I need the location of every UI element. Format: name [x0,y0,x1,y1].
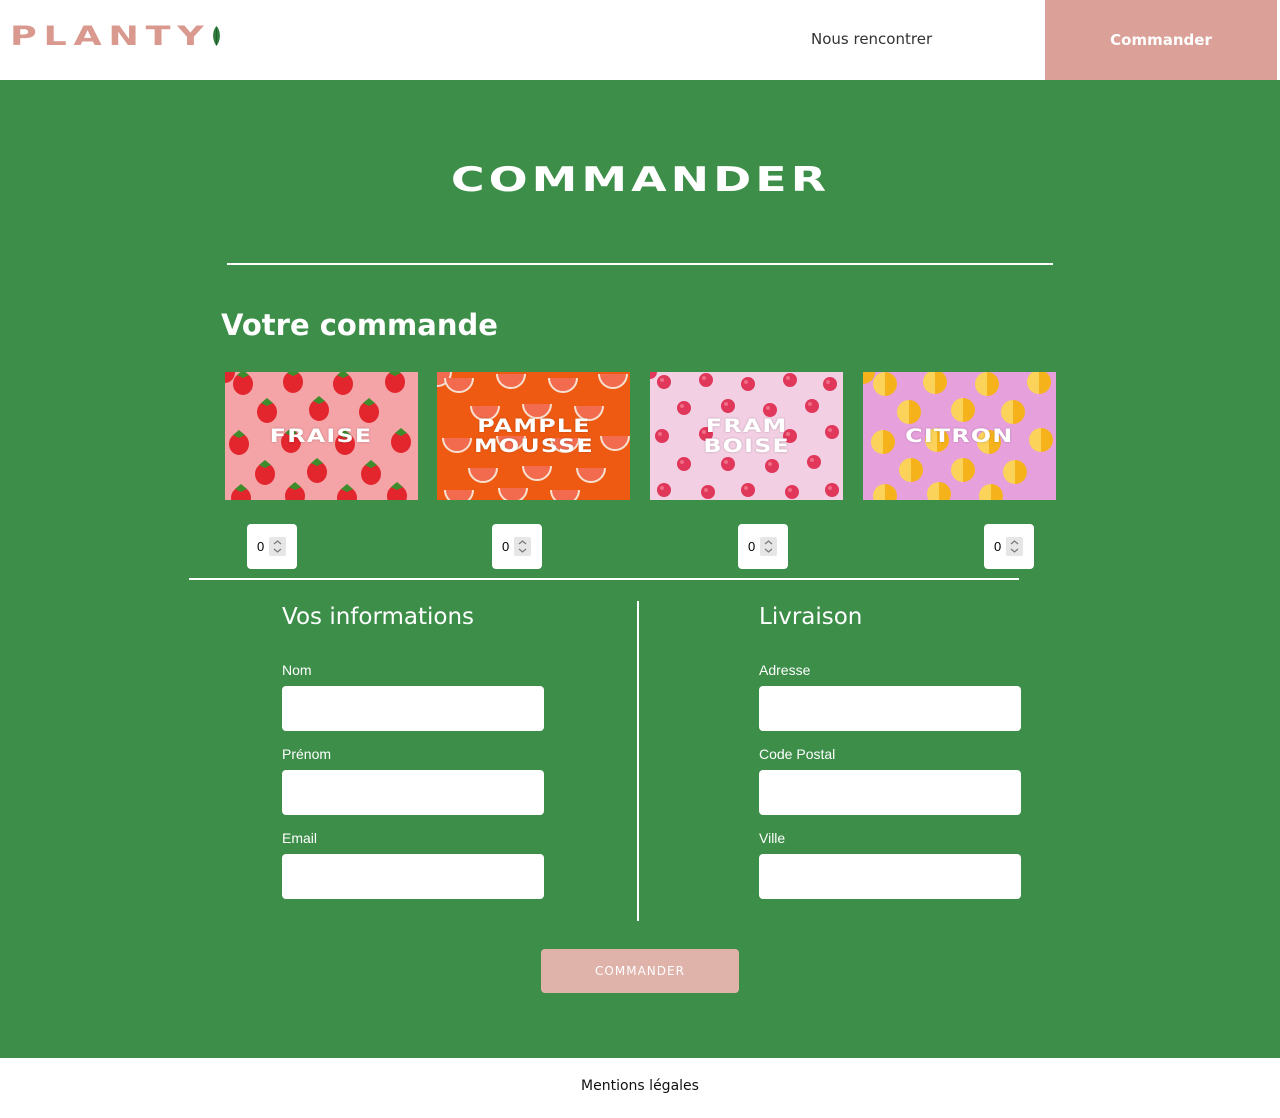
leaf-icon [213,26,220,46]
product-card-framboise[interactable]: FRAM BOISE [650,372,843,500]
page-title: COMMANDER [0,160,1280,200]
nav-commander-button[interactable]: Commander [1045,0,1277,80]
order-title: Votre commande [221,308,498,342]
email-field[interactable] [282,854,544,899]
code-postal-label: Code Postal [759,746,836,762]
product-label-text: PAMPLE MOUSSE [473,415,594,457]
delivery-title: Livraison [759,604,863,630]
ville-label: Ville [759,830,786,846]
product-label-text: CITRON [905,425,1014,447]
product-label: FRAM BOISE [650,372,843,500]
divider [227,263,1053,265]
product-label: FRAISE [225,372,418,500]
quantity-value: 0 [257,539,265,554]
nom-field[interactable] [282,686,544,731]
adresse-field[interactable] [759,686,1021,731]
page-title-text: COMMANDER [450,160,830,200]
quantity-value: 0 [748,539,756,554]
email-label: Email [282,830,318,846]
adresse-label: Adresse [759,662,811,678]
info-title: Vos informations [282,604,475,630]
site-footer: Mentions légales [0,1058,1280,1118]
mentions-legales-link[interactable]: Mentions légales [0,1078,1280,1094]
site-header: PLANTY Nous rencontrer Commander [0,0,1280,80]
logo-text: PLANTY [10,20,211,52]
spinner-arrows-icon[interactable] [269,537,286,556]
column-divider [637,601,639,921]
divider [189,578,1019,580]
product-label-text: FRAM BOISE [703,415,790,457]
main-section: COMMANDER Votre commande FRAISE PAMPLE M… [0,80,1280,1058]
logo[interactable]: PLANTY [10,21,220,52]
nom-label: Nom [282,662,312,678]
quantity-stepper-citron[interactable]: 0 [984,524,1034,569]
ville-field[interactable] [759,854,1021,899]
commander-submit-button[interactable]: COMMANDER [541,949,739,993]
spinner-arrows-icon[interactable] [760,537,777,556]
quantity-value: 0 [502,539,510,554]
product-card-pamplemousse[interactable]: PAMPLE MOUSSE [437,372,630,500]
prenom-label: Prénom [282,746,332,762]
product-label: CITRON [863,372,1056,500]
spinner-arrows-icon[interactable] [514,537,531,556]
quantity-stepper-pamplemousse[interactable]: 0 [492,524,542,569]
nav-link-nous-rencontrer[interactable]: Nous rencontrer [811,30,932,48]
product-label: PAMPLE MOUSSE [437,372,630,500]
product-card-fraise[interactable]: FRAISE [225,372,418,500]
prenom-field[interactable] [282,770,544,815]
product-card-citron[interactable]: CITRON [863,372,1056,500]
quantity-stepper-framboise[interactable]: 0 [738,524,788,569]
product-label-text: FRAISE [270,425,373,447]
quantity-stepper-fraise[interactable]: 0 [247,524,297,569]
spinner-arrows-icon[interactable] [1006,537,1023,556]
quantity-value: 0 [994,539,1002,554]
code-postal-field[interactable] [759,770,1021,815]
